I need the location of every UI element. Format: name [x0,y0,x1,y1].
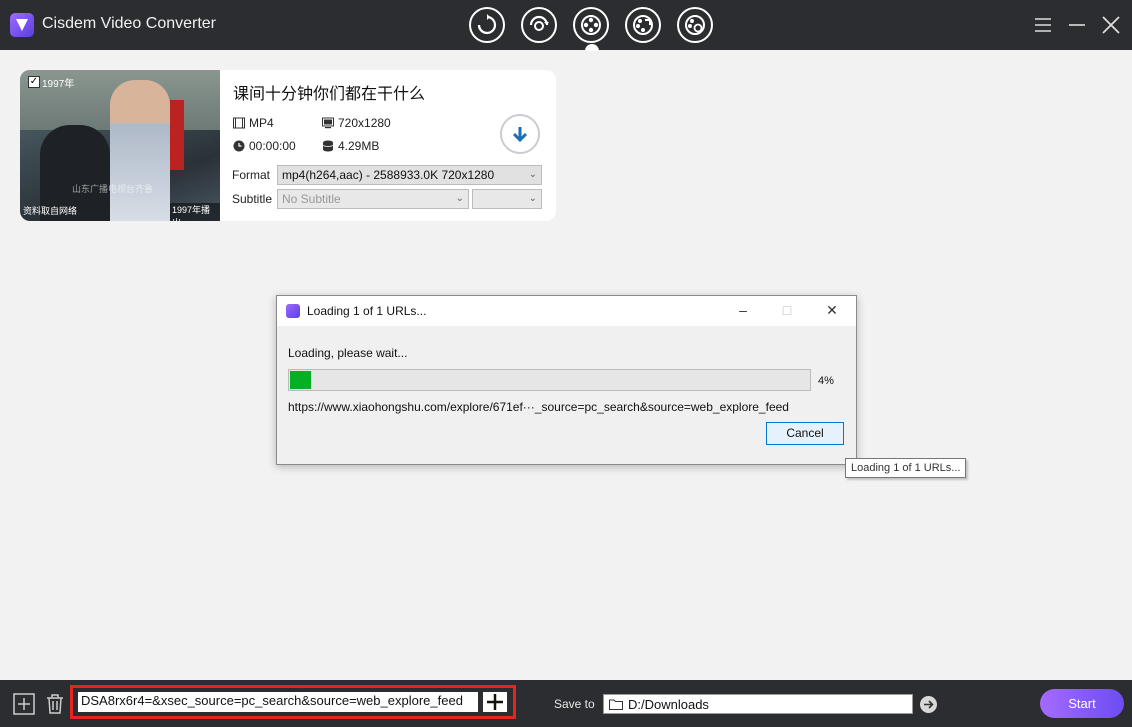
download-button[interactable] [500,114,540,154]
open-folder-button[interactable] [920,696,937,713]
cancel-button[interactable]: Cancel [766,422,844,445]
thumbnail-figure [110,80,170,221]
film-compress-icon[interactable] [625,7,661,43]
subtitle-select[interactable]: No Subtitle ⌄ [277,189,469,209]
subtitle-select-value: No Subtitle [282,192,341,206]
menu-icon[interactable] [1032,14,1054,36]
video-item-card: ✓ 1997年 山东广播电视台齐鲁 资料取自网络 1997年播出 课间十分钟你们… [20,70,556,221]
chevron-down-icon: ⌄ [455,193,464,204]
size-value: 4.29MB [338,139,380,153]
thumbnail-watermark: 山东广播电视台齐鲁 [72,184,154,194]
thumbnail-caption-top: 1997年 [42,79,75,90]
progress-percent: 4% [818,375,834,387]
format-select-value: mp4(h264,aac) - 2588933.0K 720x1280 [282,168,495,182]
dialog-close-icon[interactable]: ✕ [822,302,842,319]
film-disc-icon[interactable] [677,7,713,43]
close-icon[interactable] [1100,14,1122,36]
duration-meta: 00:00:00 [233,139,296,153]
chevron-down-icon: ⌄ [528,193,537,204]
download-film-icon[interactable] [573,7,609,43]
rip-disc-icon[interactable] [521,7,557,43]
dialog-title-bar: Loading 1 of 1 URLs... – □ ✕ [277,296,856,326]
plus-icon [487,694,503,710]
duration-value: 00:00:00 [249,139,296,153]
thumbnail-figure [170,100,184,170]
convert-icon[interactable] [469,7,505,43]
format-select[interactable]: mp4(h264,aac) - 2588933.0K 720x1280 ⌄ [277,165,542,185]
resolution-value: 720x1280 [338,116,391,130]
format-short: MP4 [249,116,274,130]
dialog-minimize-icon[interactable]: – [733,302,753,318]
title-bar: Cisdem Video Converter [0,0,1132,51]
add-file-icon[interactable] [12,692,36,716]
database-icon [322,140,334,152]
app-logo-icon [286,304,300,318]
loading-dialog: Loading 1 of 1 URLs... – □ ✕ Loading, pl… [276,295,857,465]
loading-url: https://www.xiaohongshu.com/explore/671e… [288,400,789,414]
url-input-highlight: DSA8rx6r4=&xsec_source=pc_search&source=… [70,685,516,719]
format-meta: MP4 [233,116,274,130]
trash-icon[interactable] [43,692,67,716]
clock-icon [233,140,245,152]
subtitle-label: Subtitle [232,192,273,206]
app-title: Cisdem Video Converter [42,15,217,32]
resolution-meta: 720x1280 [322,116,391,130]
save-path-field[interactable]: D:/Downloads [603,694,913,714]
active-mode-indicator [585,44,599,51]
start-button[interactable]: Start [1040,689,1124,718]
video-title: 课间十分钟你们都在干什么 [233,84,426,103]
add-url-button[interactable] [483,692,507,712]
video-select-checkbox[interactable]: ✓ [28,76,40,88]
size-meta: 4.29MB [322,139,379,153]
thumbnail-caption-bottom-right: 1997年播出 [170,203,220,221]
folder-icon [609,699,623,710]
minimize-icon[interactable] [1066,14,1088,36]
dialog-maximize-icon: □ [782,302,792,318]
app-logo-icon [10,13,34,37]
download-arrow-icon [512,127,528,143]
dialog-title: Loading 1 of 1 URLs... [307,304,427,318]
chevron-down-icon: ⌄ [528,169,537,180]
video-thumbnail[interactable]: ✓ 1997年 山东广播电视台齐鲁 资料取自网络 1997年播出 [20,70,220,221]
format-label: Format [232,168,271,182]
save-path-value: D:/Downloads [628,697,709,712]
bottom-bar: DSA8rx6r4=&xsec_source=pc_search&source=… [0,680,1132,727]
loading-message: Loading, please wait... [288,346,408,360]
monitor-icon [322,117,334,129]
progress-fill [290,371,311,389]
subtitle-language-select[interactable]: ⌄ [472,189,542,209]
arrow-right-icon [924,700,934,709]
loading-tooltip: Loading 1 of 1 URLs... [845,458,967,478]
film-icon [233,117,245,129]
thumbnail-caption-bottom-left: 资料取自网络 [23,206,78,216]
save-to-label: Save to [554,697,595,711]
loading-progress-bar [288,369,811,391]
url-input[interactable]: DSA8rx6r4=&xsec_source=pc_search&source=… [78,692,478,712]
